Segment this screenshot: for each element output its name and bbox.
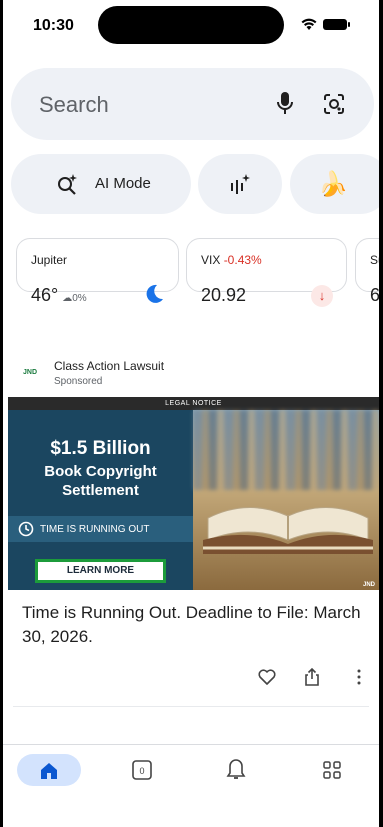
stock-title: VIX -0.43% [201,253,262,267]
banana-icon: 🍌 [318,171,348,198]
nav-tabs[interactable]: 0 [131,754,159,786]
camera-lens-icon[interactable] [323,93,345,115]
advertiser-logo: JND [23,369,38,376]
search-bar[interactable]: Search [11,68,374,140]
audio-sparkle-button[interactable] [198,154,282,214]
partial-card-value: 6: [370,285,379,305]
temperature-value: 46° [31,285,59,305]
stock-symbol: VIX [201,253,221,267]
bookshelf-background [193,410,379,490]
advertiser-name[interactable]: Class Action Lawsuit [54,359,164,373]
timer-text: TIME IS RUNNING OUT [40,524,150,535]
more-options-icon[interactable] [349,667,369,687]
partial-card-title: Su [370,253,379,267]
home-icon [41,763,57,779]
partial-card[interactable]: Su 6: [355,238,379,305]
audio-bars-sparkle-icon [231,174,250,194]
banner-line-3: Settlement [62,482,139,499]
banner-subtitle: Book Copyright Settlement [8,462,193,500]
status-time: 10:30 [33,17,74,34]
stock-card[interactable]: VIX -0.43% 20.92 ↓ [186,238,347,307]
stock-change: -0.43% [223,253,262,267]
nav-home[interactable] [17,754,81,786]
svg-text:0: 0 [139,766,144,776]
share-icon[interactable] [302,667,322,687]
battery-icon [323,19,350,30]
banner-amount: $1.5 Billion [50,438,151,459]
precipitation: ☁0% [62,293,86,304]
ai-mode-button[interactable]: AI Mode [11,154,191,214]
rain-cloud-icon: ☁ [62,293,73,304]
sponsored-label: Sponsored [54,376,103,387]
grid-icon [323,761,341,779]
microphone-icon[interactable] [276,90,294,118]
timer-row: TIME IS RUNNING OUT [8,516,193,542]
wifi-icon [301,18,317,30]
banner-line-2: Book Copyright [44,463,157,480]
weather-temperature: 46° ☁0% [31,285,87,306]
moon-icon [146,284,163,303]
precipitation-value: 0% [72,293,87,304]
open-book-image [203,507,373,554]
bottom-nav-divider [3,744,379,745]
feed-divider [13,706,369,707]
app-screen: 10:30 Search AI Mode 🍌 Jupiter 46° ☁0% V… [3,0,379,827]
dynamic-island [98,6,284,44]
stock-value: 20.92 [201,285,247,305]
banner-text-panel: $1.5 Billion Book Copyright Settlement T… [8,410,193,590]
nav-notifications[interactable] [225,754,253,786]
ad-banner-image[interactable]: LEGAL NOTICE $1.5 Billion Book Copyright… [8,397,379,590]
arrow-down-icon: ↓ [311,285,333,307]
ai-search-sparkle-icon [58,174,77,195]
clock-icon [18,521,34,537]
banner-corner-logo: JND [362,582,375,588]
legal-notice-label: LEGAL NOTICE [8,397,379,410]
books-photo: JND [193,410,379,590]
status-bar: 10:30 [3,0,379,50]
weather-location: Jupiter [31,253,68,267]
banana-button[interactable]: 🍌 [290,154,379,214]
ai-mode-label: AI Mode [95,175,151,192]
heart-icon[interactable] [257,667,277,687]
ad-headline[interactable]: Time is Running Out. Deadline to File: M… [22,601,367,649]
nav-apps[interactable] [321,754,349,786]
bell-icon [226,759,246,779]
learn-more-button[interactable]: LEARN MORE [35,559,166,583]
tabs-icon: 0 [132,760,152,780]
weather-card[interactable]: Jupiter 46° ☁0% [16,238,179,305]
search-input[interactable]: Search [39,92,109,118]
